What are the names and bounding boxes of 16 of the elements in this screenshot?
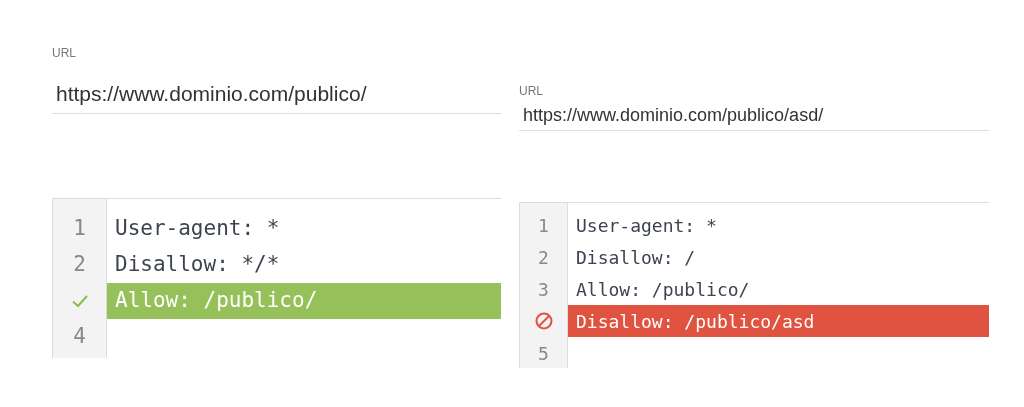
code-line: Disallow: / (576, 245, 696, 270)
field-label: URL (52, 45, 77, 62)
line-number: 4 (73, 323, 86, 351)
line-number: 5 (538, 341, 549, 366)
field-label: URL (519, 83, 544, 100)
line-number: 3 (538, 277, 549, 302)
line-number: 2 (73, 251, 86, 279)
line-number: 1 (73, 215, 86, 243)
url-field[interactable]: https://www.dominio.com/publico/asd/ (519, 101, 989, 131)
code-line: Disallow: */* (115, 251, 280, 279)
code-line: Allow: /publico/ (576, 277, 750, 302)
line-number: 2 (538, 245, 549, 270)
line-number: 1 (538, 213, 549, 238)
code-line: User-agent: * (115, 215, 280, 243)
url-field[interactable]: https://www.dominio.com/publico/ (52, 74, 501, 114)
code-line: User-agent: * (576, 213, 717, 238)
